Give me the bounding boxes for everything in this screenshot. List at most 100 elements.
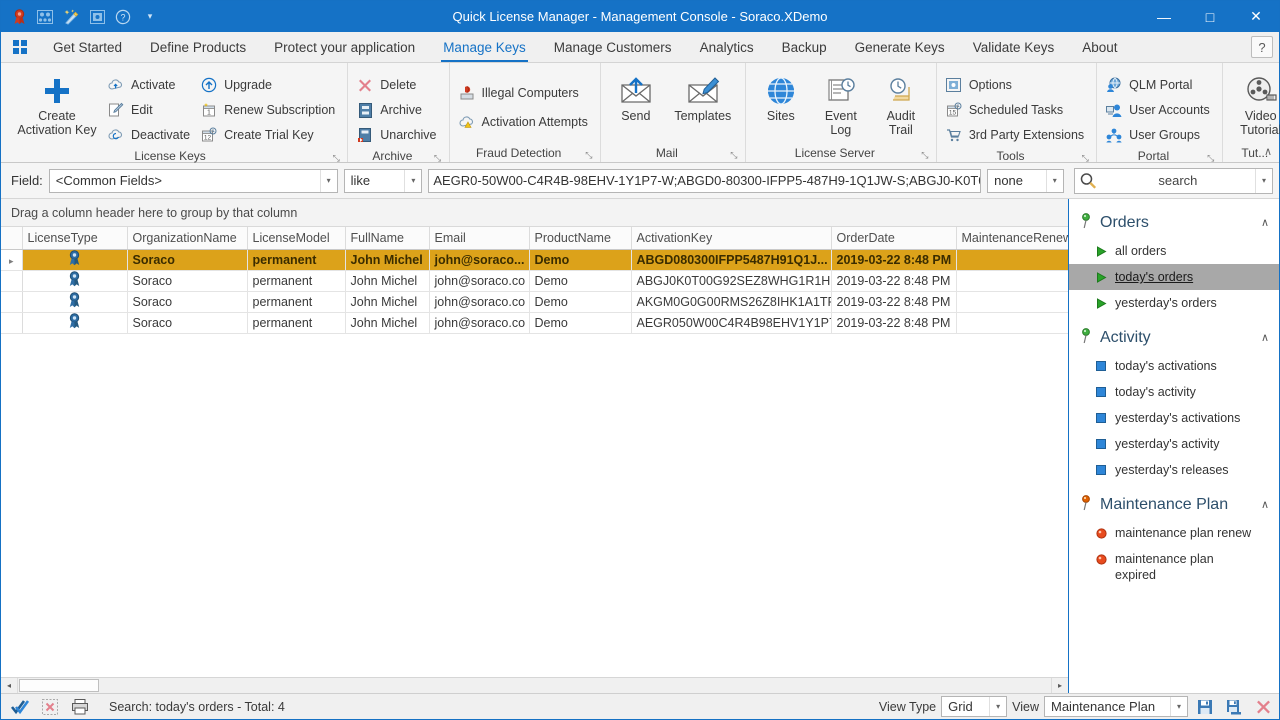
sidebar-item-yesterdays-orders[interactable]: yesterday's orders xyxy=(1069,290,1279,316)
create-trial-key-button[interactable]: 12 Create Trial Key xyxy=(198,123,341,147)
tab-analytics[interactable]: Analytics xyxy=(686,32,768,62)
chevron-up-icon[interactable]: ∧ xyxy=(1261,498,1269,511)
chevron-down-icon[interactable]: ▾ xyxy=(1255,168,1272,193)
video-tutorial-button[interactable]: Video Tutorial xyxy=(1229,71,1280,137)
license-keys-dialog-launcher-icon[interactable]: ⤡ xyxy=(331,153,341,163)
mail-templates-button[interactable]: Templates xyxy=(667,71,739,123)
tab-define-products[interactable]: Define Products xyxy=(136,32,260,62)
tab-manage-keys[interactable]: Manage Keys xyxy=(429,32,540,62)
search-button[interactable]: search ▾ xyxy=(1073,167,1273,194)
fraud-detection-dialog-launcher-icon[interactable]: ⤡ xyxy=(584,150,594,160)
activation-attempts-button[interactable]: Activation Attempts xyxy=(456,108,594,136)
field-select[interactable]: <Common Fields> ▾ xyxy=(48,168,338,193)
tab-manage-customers[interactable]: Manage Customers xyxy=(540,32,686,62)
upgrade-button[interactable]: Upgrade xyxy=(198,73,341,97)
user-groups-button[interactable]: User Groups xyxy=(1103,123,1216,147)
column-header-organizationname[interactable]: OrganizationName xyxy=(127,227,248,250)
unarchive-button[interactable]: Unarchive xyxy=(354,123,442,147)
edit-button[interactable]: Edit xyxy=(105,98,196,122)
view-type-select[interactable]: Grid ▾ xyxy=(941,696,1008,717)
license-server-dialog-launcher-icon[interactable]: ⤡ xyxy=(920,150,930,160)
scrollbar-thumb[interactable] xyxy=(19,679,99,692)
sidebar-item-yesterdays-activations[interactable]: yesterday's activations xyxy=(1069,405,1279,431)
tab-generate-keys[interactable]: Generate Keys xyxy=(841,32,959,62)
join-select[interactable]: none ▾ xyxy=(987,168,1064,193)
user-accounts-button[interactable]: User Accounts xyxy=(1103,98,1216,122)
delete-view-icon[interactable] xyxy=(1251,696,1275,718)
app-menu-grid-icon[interactable] xyxy=(1,32,39,62)
audit-trail-button[interactable]: Audit Trail xyxy=(872,71,930,137)
minimize-button[interactable]: — xyxy=(1141,1,1187,32)
illegal-computers-button[interactable]: Illegal Computers xyxy=(456,79,594,107)
maximize-button[interactable]: □ xyxy=(1187,1,1233,32)
table-row[interactable]: Soraco permanent John Michel john@soraco… xyxy=(1,270,1068,292)
chevron-down-icon[interactable]: ▾ xyxy=(404,169,421,192)
sidebar-item-todays-activity[interactable]: today's activity xyxy=(1069,379,1279,405)
sidebar-item-maintenance-plan-renew[interactable]: maintenance plan renew xyxy=(1069,520,1279,546)
archive-dialog-launcher-icon[interactable]: ⤡ xyxy=(433,153,443,163)
activate-button[interactable]: Activate xyxy=(105,73,196,97)
options-button[interactable]: Options xyxy=(943,73,1090,97)
sidebar-item-todays-orders[interactable]: today's orders xyxy=(1069,264,1279,290)
magic-wand-icon[interactable] xyxy=(61,7,81,27)
tools-dialog-launcher-icon[interactable]: ⤡ xyxy=(1080,153,1090,163)
portal-dialog-launcher-icon[interactable]: ⤡ xyxy=(1206,153,1216,163)
column-header-licensemodel[interactable]: LicenseModel xyxy=(247,227,346,250)
deactivate-button[interactable]: Deactivate xyxy=(105,123,196,147)
sidebar-item-all-orders[interactable]: all orders xyxy=(1069,238,1279,264)
sidebar-section-orders-header[interactable]: Orders ∧ xyxy=(1069,207,1279,238)
sidebar-item-yesterdays-activity[interactable]: yesterday's activity xyxy=(1069,431,1279,457)
collapse-ribbon-icon[interactable]: ∧ xyxy=(1264,145,1272,158)
group-by-panel[interactable]: Drag a column header here to group by th… xyxy=(1,199,1068,227)
tab-validate-keys[interactable]: Validate Keys xyxy=(959,32,1069,62)
renew-subscription-button[interactable]: 1 Renew Subscription xyxy=(198,98,341,122)
tab-protect-your-application[interactable]: Protect your application xyxy=(260,32,429,62)
close-button[interactable]: ✕ xyxy=(1233,1,1279,32)
chevron-down-icon[interactable]: ▾ xyxy=(989,697,1006,716)
sidebar-section-activity-header[interactable]: Activity ∧ xyxy=(1069,322,1279,353)
send-mail-button[interactable]: Send xyxy=(607,71,665,123)
sidebar-section-maintenance-plan-header[interactable]: Maintenance Plan ∧ xyxy=(1069,489,1279,520)
grid-view-icon[interactable] xyxy=(35,7,55,27)
sidebar-item-yesterdays-releases[interactable]: yesterday's releases xyxy=(1069,457,1279,483)
clear-filter-icon[interactable] xyxy=(35,696,65,718)
mail-dialog-launcher-icon[interactable]: ⤡ xyxy=(729,150,739,160)
sidebar-item-todays-activations[interactable]: today's activations xyxy=(1069,353,1279,379)
scroll-left-icon[interactable]: ◂ xyxy=(1,677,18,694)
view-select[interactable]: Maintenance Plan ▾ xyxy=(1044,696,1188,717)
column-header-email[interactable]: Email xyxy=(429,227,530,250)
apply-checkmark-icon[interactable] xyxy=(5,696,35,718)
tab-about[interactable]: About xyxy=(1068,32,1131,62)
query-input[interactable]: AEGR0-50W00-C4R4B-98EHV-1Y1P7-W;ABGD0-80… xyxy=(428,168,982,193)
print-icon[interactable] xyxy=(65,696,95,718)
column-header-licensetype[interactable]: LicenseType xyxy=(22,227,128,250)
sites-button[interactable]: Sites xyxy=(752,71,810,123)
archive-button[interactable]: Archive xyxy=(354,98,442,122)
chevron-up-icon[interactable]: ∧ xyxy=(1261,216,1269,229)
ribbon-award-icon[interactable] xyxy=(9,7,29,27)
scheduled-tasks-button[interactable]: 15 Scheduled Tasks xyxy=(943,98,1090,122)
third-party-extensions-button[interactable]: 3rd Party Extensions xyxy=(943,123,1090,147)
create-activation-key-button[interactable]: Create Activation Key xyxy=(11,71,103,137)
table-row[interactable]: ▸ Soraco permanent John Michel john@sora… xyxy=(1,249,1068,271)
settings-box-icon[interactable] xyxy=(87,7,107,27)
scroll-right-icon[interactable]: ▸ xyxy=(1051,677,1068,694)
sidebar-item-maintenance-plan-expired[interactable]: maintenance plan expired xyxy=(1069,546,1279,588)
event-log-button[interactable]: Event Log xyxy=(812,71,870,137)
qlm-portal-button[interactable]: QLM Portal xyxy=(1103,73,1216,97)
tab-backup[interactable]: Backup xyxy=(768,32,841,62)
column-header-activationkey[interactable]: ActivationKey xyxy=(631,227,832,250)
help-circle-icon[interactable]: ? xyxy=(113,7,133,27)
chevron-down-icon[interactable]: ▾ xyxy=(319,169,337,192)
column-header-maintenancerenewal[interactable]: MaintenanceRenewal xyxy=(956,227,1068,250)
chevron-up-icon[interactable]: ∧ xyxy=(1261,331,1269,344)
chevron-down-icon[interactable]: ▾ xyxy=(1170,697,1187,716)
operator-select[interactable]: like ▾ xyxy=(343,168,423,193)
save-as-view-icon[interactable] xyxy=(1222,696,1246,718)
save-view-icon[interactable] xyxy=(1193,696,1217,718)
table-row[interactable]: Soraco permanent John Michel john@soraco… xyxy=(1,312,1068,334)
column-header-productname[interactable]: ProductName xyxy=(529,227,632,250)
horizontal-scrollbar[interactable]: ◂ ▸ xyxy=(1,677,1068,694)
ribbon-help-button[interactable]: ? xyxy=(1251,36,1273,58)
table-row[interactable]: Soraco permanent John Michel john@soraco… xyxy=(1,291,1068,313)
